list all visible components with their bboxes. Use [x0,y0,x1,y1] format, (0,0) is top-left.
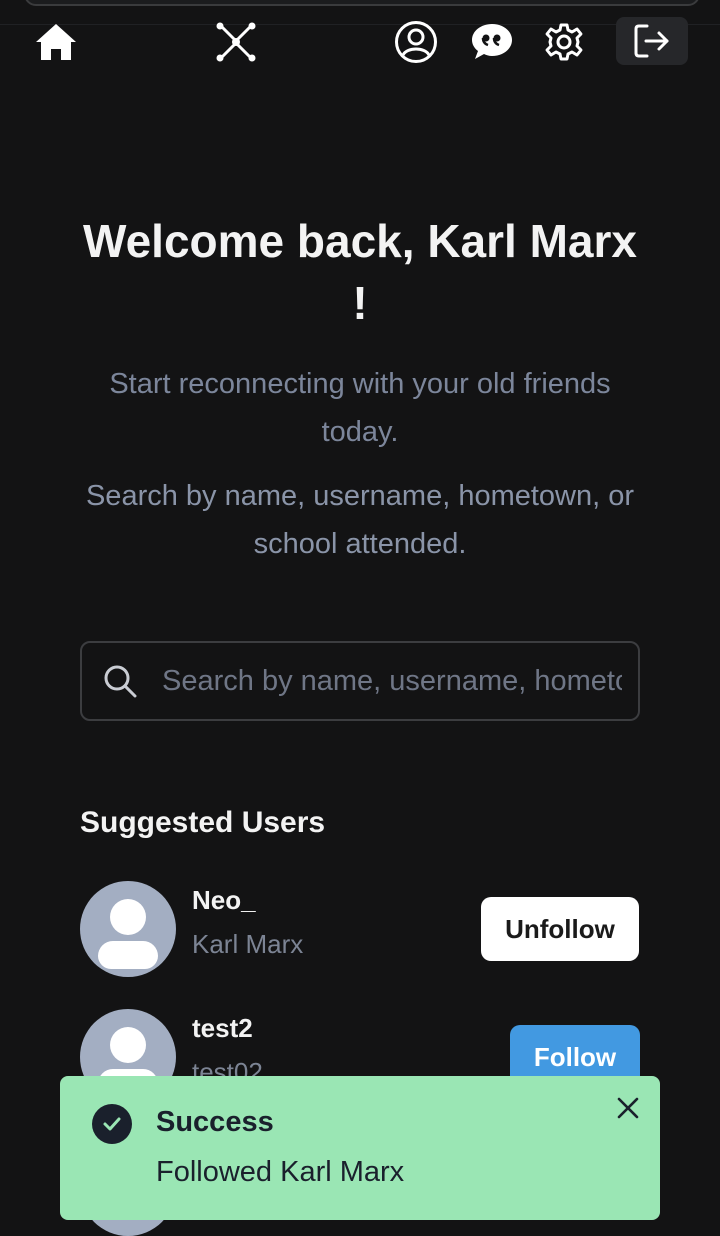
search-input[interactable] [162,643,622,719]
check-circle-icon [92,1104,132,1144]
welcome-title-line1: Welcome back, Karl Marx [83,215,637,267]
home-nav-button[interactable] [32,18,80,66]
avatar[interactable] [80,881,176,977]
suggested-users-title: Suggested Users [80,806,326,839]
success-toast: Success Followed Karl Marx [60,1076,660,1220]
avatar-head [110,1027,146,1063]
network-nav-button[interactable] [212,18,260,66]
messages-nav-button[interactable] [468,18,516,66]
unfollow-button[interactable]: Unfollow [481,897,639,961]
user-fullname: Karl Marx [192,929,304,959]
messages-icon [472,24,512,59]
toast-message: Followed Karl Marx [156,1156,405,1188]
search-icon [104,665,137,698]
welcome-section: Welcome back, Karl Marx ! Start reconnec… [60,210,660,568]
search-box[interactable] [80,641,640,721]
welcome-title-line2: ! [352,277,368,329]
profile-nav-button[interactable] [392,18,440,66]
logout-icon [634,24,669,58]
welcome-title: Welcome back, Karl Marx ! [60,210,660,334]
welcome-subtitle: Start reconnecting with your old friends… [109,368,611,448]
suggested-user-row: Neo_ Karl Marx Unfollow [80,881,640,977]
profile-icon [395,21,437,63]
user-username[interactable]: test2 [192,1013,253,1044]
settings-nav-button[interactable] [540,18,588,66]
user-username[interactable]: Neo_ [192,885,256,916]
network-icon [216,22,256,62]
home-icon [36,24,76,60]
logout-button[interactable] [616,17,688,65]
search-hint: Search by name, username, hometown, or s… [85,480,635,560]
toast-title: Success [156,1106,274,1138]
avatar-head [110,899,146,935]
settings-icon [545,23,583,61]
close-icon[interactable] [614,1094,642,1122]
top-nav [0,0,720,80]
avatar-body [98,941,158,969]
